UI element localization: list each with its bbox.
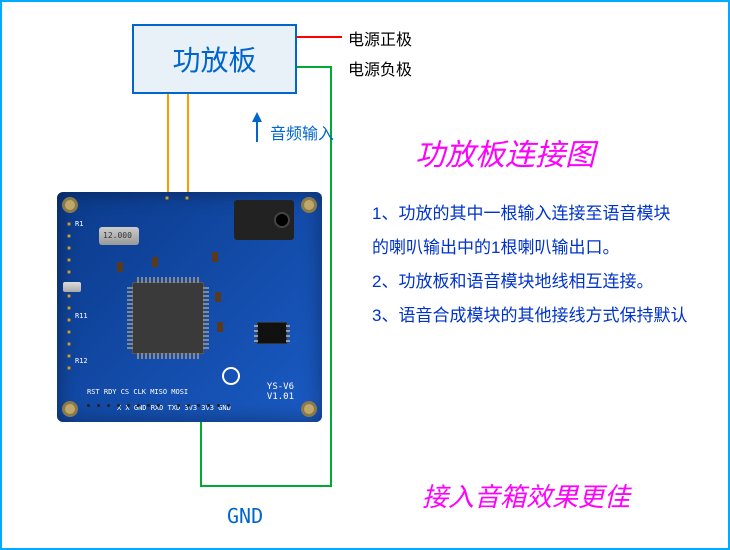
silk-bottom: X X GND RXD TXD 3V3 3V3 GND: [117, 404, 231, 412]
note-line: 2、功放板和语音模块地线相互连接。: [372, 265, 712, 299]
crystal-marking: 12.000: [103, 231, 132, 240]
smd-component: [117, 262, 123, 272]
arrow-stem: [256, 122, 258, 142]
silk-bottom-left: RST RDY CS CLK MISO MOSI: [87, 388, 188, 396]
board-id: YS-V6: [267, 382, 294, 392]
power-pos-label: 电源正极: [348, 26, 412, 50]
tact-switch: [63, 282, 81, 292]
speaker-pin: [165, 196, 169, 200]
wire-power-neg-h1: [297, 66, 332, 68]
power-neg-label: 电源负极: [348, 56, 412, 80]
chip-pins-left: [127, 287, 133, 351]
voice-module-pcb: 12.000 R1 R11 R12 R: [57, 192, 322, 422]
mounting-hole: [62, 197, 78, 213]
mounting-hole: [62, 401, 78, 417]
chip-pins-right: [203, 287, 209, 351]
smd-component: [212, 252, 218, 262]
smd-component: [215, 292, 221, 302]
note-line: 的喇叭输出中的1根喇叭输出口。: [372, 231, 712, 265]
small-ic: [257, 322, 287, 344]
board-ver: V1.01: [267, 392, 294, 402]
jack-hole: [274, 212, 290, 228]
mounting-hole: [301, 197, 317, 213]
mcu-chip: [132, 282, 204, 354]
mounting-hole: [301, 401, 317, 417]
speaker-pin: [185, 196, 189, 200]
crystal-oscillator: 12.000: [99, 227, 139, 245]
chip-pins-top: [137, 277, 201, 283]
note-line: 1、功放的其中一根输入连接至语音模块: [372, 197, 712, 231]
note-line: 3、语音合成模块的其他接线方式保持默认: [372, 299, 712, 333]
ic-pins: [286, 325, 290, 343]
audio-in-label: 音频输入: [270, 120, 334, 144]
smd-component: [152, 257, 158, 267]
smd-component: [217, 322, 223, 332]
round-pad: [222, 367, 240, 385]
wire-power-neg-v2: [200, 422, 202, 487]
diagram-title: 功放板连接图: [415, 130, 595, 174]
notes-block: 1、功放的其中一根输入连接至语音模块 的喇叭输出中的1根喇叭输出口。 2、功放板…: [372, 197, 712, 333]
amplifier-box-label: 功放板: [172, 39, 256, 79]
amplifier-box: 功放板: [132, 24, 297, 94]
wire-audio-b: [187, 94, 189, 196]
audio-jack: [234, 200, 294, 240]
wire-power-positive: [297, 36, 342, 38]
arrow-up-icon: [252, 112, 262, 122]
chip-pins-bottom: [137, 353, 201, 359]
wire-audio-a: [167, 94, 169, 196]
gnd-label: GND: [227, 504, 263, 528]
footer-text: 接入音箱效果更佳: [422, 477, 630, 514]
ic-pins: [254, 325, 258, 343]
wire-power-neg-h2: [200, 485, 332, 487]
